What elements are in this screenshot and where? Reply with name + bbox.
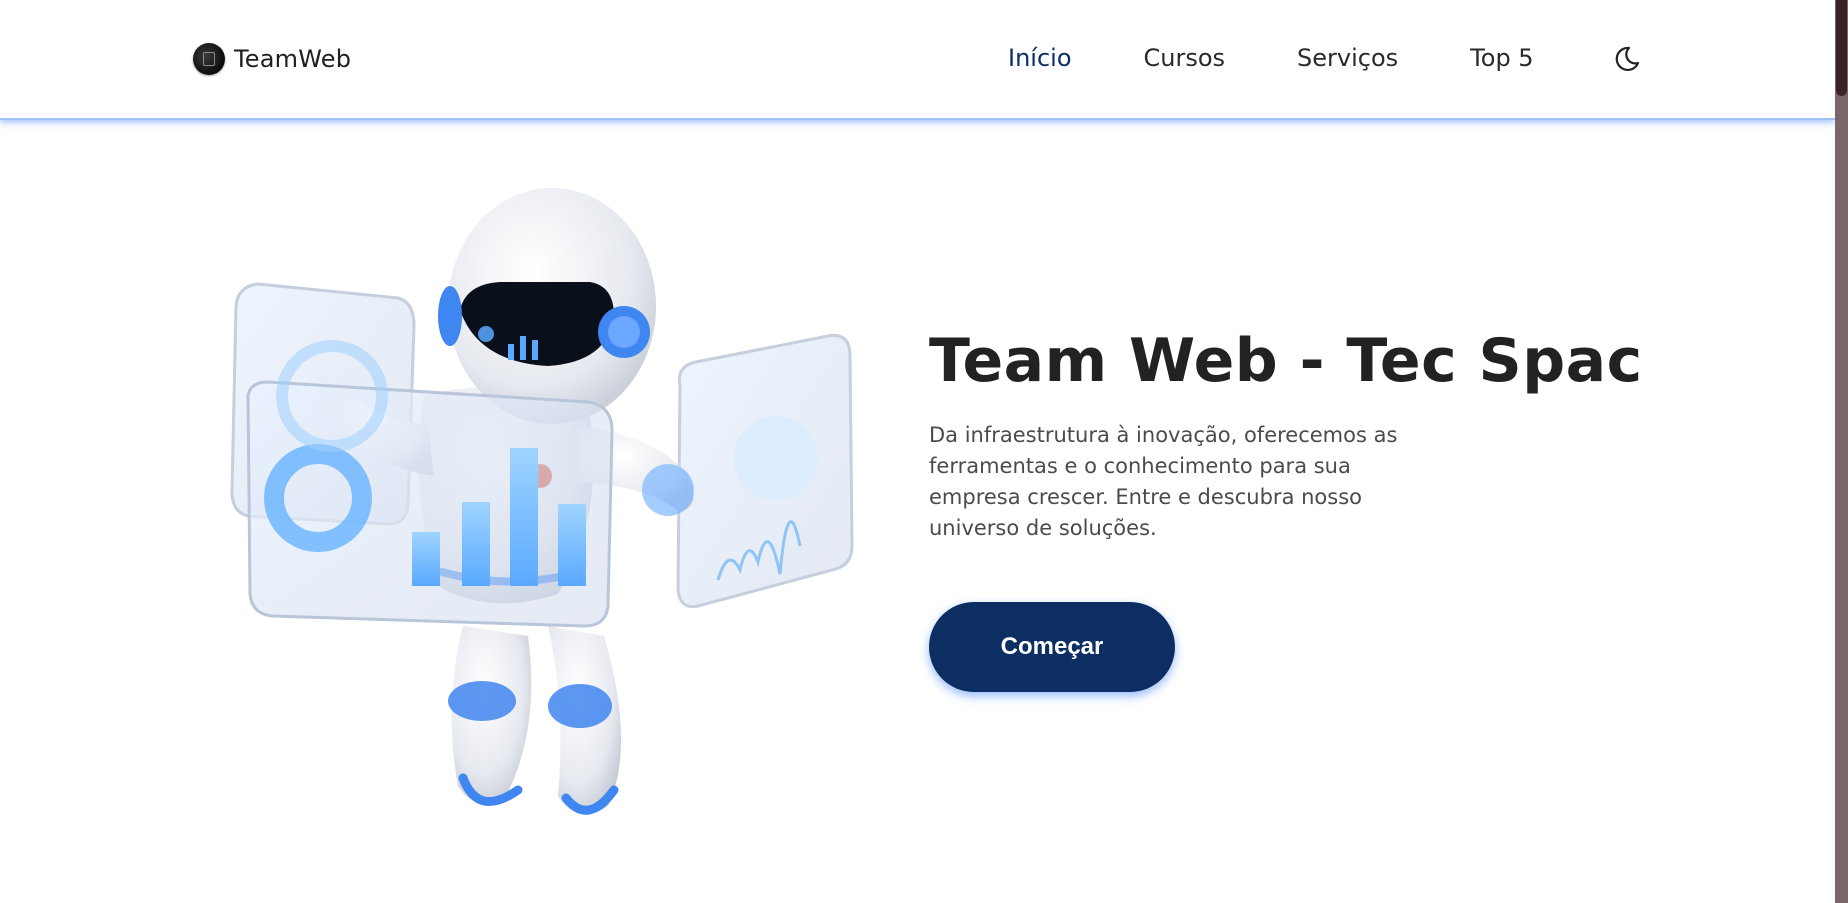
teamweb-logo-icon [193, 43, 225, 75]
nav-item-top-5[interactable]: Top 5 [1470, 44, 1533, 72]
brand[interactable]: TeamWeb [193, 43, 351, 75]
hero-content: Team Web - Tec Spac Da infraestrutura à … [929, 326, 1643, 544]
astronaut-illustration [228, 186, 868, 826]
nav-item-inicio[interactable]: Início [1008, 44, 1072, 72]
main-nav: Início Cursos Serviços Top 5 [1008, 44, 1606, 72]
top-navbar: TeamWeb Início Cursos Serviços Top 5 [0, 0, 1835, 120]
hero-title: Team Web - Tec Spac [929, 326, 1643, 396]
scrollbar-thumb[interactable] [1836, 0, 1847, 96]
moon-icon[interactable] [1612, 44, 1642, 74]
scrollbar[interactable] [1835, 0, 1848, 903]
nav-item-cursos[interactable]: Cursos [1144, 44, 1226, 72]
nav-item-servicos[interactable]: Serviços [1297, 44, 1398, 72]
hero-description: Da infraestrutura à inovação, oferecemos… [929, 423, 1398, 540]
brand-name: TeamWeb [234, 45, 352, 73]
comecar-button[interactable]: Começar [929, 602, 1175, 692]
